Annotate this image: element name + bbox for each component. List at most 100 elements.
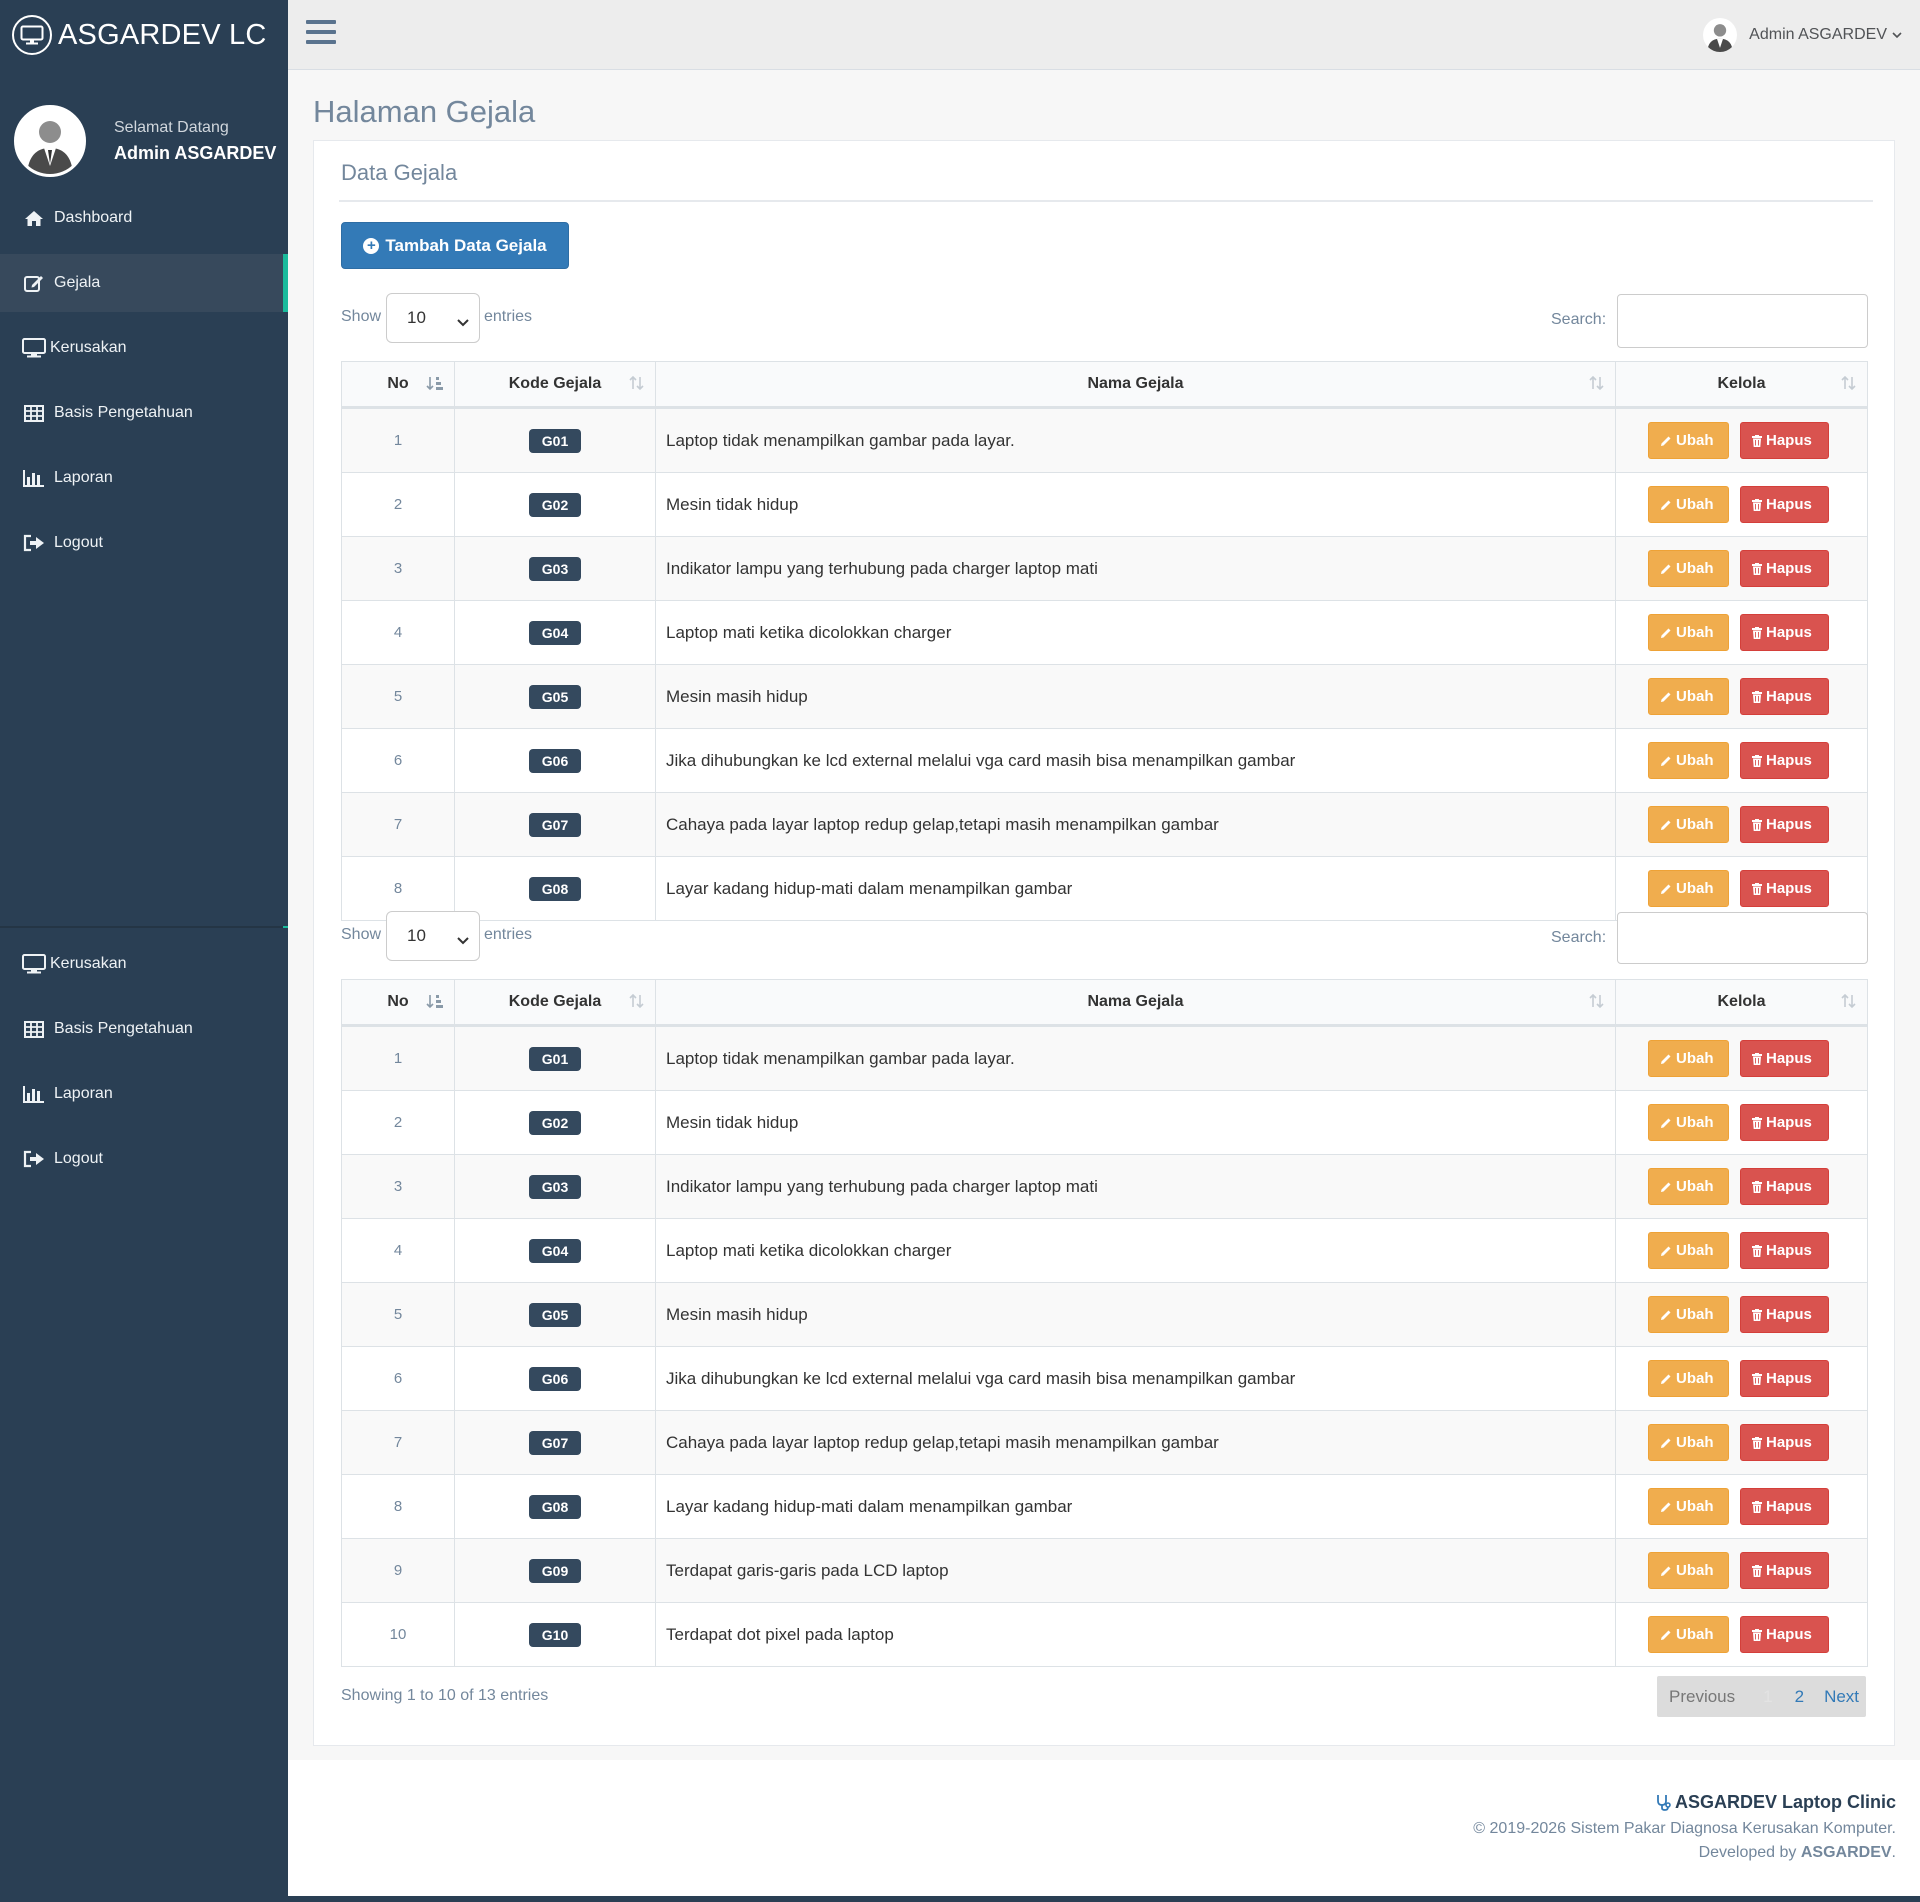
edit-button[interactable]: Ubah [1648, 742, 1729, 779]
edit-button[interactable]: Ubah [1648, 1104, 1729, 1141]
table-row: 1 G01 Laptop tidak menampilkan gambar pada… [341, 1025, 1868, 1091]
edit-button[interactable]: Ubah [1648, 1040, 1729, 1077]
add-gejala-button[interactable]: + Tambah Data Gejala [341, 222, 569, 269]
edit-button[interactable]: Ubah [1648, 806, 1729, 843]
delete-label: Hapus [1766, 1306, 1812, 1323]
header-code[interactable]: Kode Gejala [454, 979, 656, 1027]
edit-button[interactable]: Ubah [1648, 1552, 1729, 1589]
delete-button[interactable]: Hapus [1740, 550, 1829, 587]
delete-button[interactable]: Hapus [1740, 614, 1829, 651]
delete-button[interactable]: Hapus [1740, 678, 1829, 715]
footer: ASGARDEV Laptop Clinic © 2019-2026 Siste… [288, 1760, 1920, 1896]
edit-button[interactable]: Ubah [1648, 1232, 1729, 1269]
delete-button[interactable]: Hapus [1740, 1360, 1829, 1397]
sidebar-item-label: Basis Pengetahuan [54, 404, 193, 421]
delete-button[interactable]: Hapus [1740, 1168, 1829, 1205]
sidebar-item-label: Logout [54, 534, 103, 551]
delete-button[interactable]: Hapus [1740, 806, 1829, 843]
edit-button[interactable]: Ubah [1648, 1296, 1729, 1333]
edit-button[interactable]: Ubah [1648, 614, 1729, 651]
sidebar-item-dashboard[interactable]: Dashboard [0, 189, 288, 247]
sidebar-item-basis-pengetahuan[interactable]: Basis Pengetahuan [0, 1000, 288, 1058]
sidebar-item-logout[interactable]: Logout [0, 514, 288, 572]
sidebar-item-laporan[interactable]: Laporan [0, 1065, 288, 1123]
edit-button[interactable]: Ubah [1648, 1168, 1729, 1205]
monitor-logo-icon [12, 15, 52, 55]
edit-button[interactable]: Ubah [1648, 1424, 1729, 1461]
previous-page-button[interactable]: Previous [1669, 1687, 1735, 1707]
add-button-label: Tambah Data Gejala [385, 235, 547, 255]
header-action[interactable]: Kelola [1615, 361, 1868, 409]
search-input[interactable] [1617, 912, 1868, 964]
table-row: 6 G06 Jika dihubungkan ke lcd external mel… [341, 728, 1868, 793]
sidebar-item-kerusakan[interactable]: Kerusakan [0, 935, 288, 993]
sidebar-item-kerusakan[interactable]: Kerusakan [0, 319, 288, 377]
sidebar-item-logout[interactable]: Logout [0, 1130, 288, 1188]
edit-button[interactable]: Ubah [1648, 550, 1729, 587]
sidebar-item-label: Laporan [54, 1085, 113, 1102]
page-size-select[interactable]: 10 [386, 293, 480, 343]
delete-button[interactable]: Hapus [1740, 1488, 1829, 1525]
trash-icon [1752, 1628, 1762, 1641]
page-2-button[interactable]: 2 [1795, 1687, 1804, 1707]
delete-button[interactable]: Hapus [1740, 486, 1829, 523]
delete-button[interactable]: Hapus [1740, 1104, 1829, 1141]
table-info: Showing 1 to 10 of 13 entries [341, 1687, 549, 1704]
edit-button[interactable]: Ubah [1648, 870, 1729, 907]
edit-button[interactable]: Ubah [1648, 486, 1729, 523]
sidebar-item-laporan[interactable]: Laporan [0, 449, 288, 507]
panel-divider [339, 200, 1873, 202]
edit-button[interactable]: Ubah [1648, 678, 1729, 715]
gejala-table: No Kode Gejala Nama Gejala Kelola 1 G01 La… [341, 979, 1868, 1667]
sort-icon [629, 375, 645, 396]
chevron-down-icon [457, 312, 469, 332]
delete-button[interactable]: Hapus [1740, 1616, 1829, 1653]
delete-label: Hapus [1766, 1626, 1812, 1643]
action-cell: Ubah Hapus [1615, 536, 1868, 601]
user-name: Admin ASGARDEV [1749, 26, 1887, 43]
table-row: 8 G08 Layar kadang hidup-mati dalam menamp… [341, 856, 1868, 921]
action-cell: Ubah Hapus [1615, 1474, 1868, 1539]
delete-button[interactable]: Hapus [1740, 742, 1829, 779]
trash-icon [1752, 1500, 1762, 1513]
edit-label: Ubah [1676, 688, 1714, 705]
row-number: 4 [341, 1218, 455, 1283]
show-label: Show [341, 926, 382, 943]
header-code[interactable]: Kode Gejala [454, 361, 656, 409]
header-action[interactable]: Kelola [1615, 979, 1868, 1027]
trash-icon [1752, 1308, 1762, 1321]
row-number: 8 [341, 1474, 455, 1539]
table-row: 4 G04 Laptop mati ketika dicolokkan charge… [341, 1218, 1868, 1283]
action-cell: Ubah Hapus [1615, 600, 1868, 665]
delete-button[interactable]: Hapus [1740, 422, 1829, 459]
edit-label: Ubah [1676, 1434, 1714, 1451]
delete-button[interactable]: Hapus [1740, 1296, 1829, 1333]
sidebar-item-gejala[interactable]: Gejala [0, 254, 288, 312]
header-name[interactable]: Nama Gejala [655, 361, 1616, 409]
delete-button[interactable]: Hapus [1740, 1552, 1829, 1589]
pencil-icon [1660, 819, 1672, 831]
delete-button[interactable]: Hapus [1740, 870, 1829, 907]
delete-button[interactable]: Hapus [1740, 1424, 1829, 1461]
sidebar-item-basis-pengetahuan[interactable]: Basis Pengetahuan [0, 384, 288, 442]
header-no[interactable]: No [341, 361, 455, 409]
edit-button[interactable]: Ubah [1648, 422, 1729, 459]
sidebar-item-label: Gejala [54, 274, 101, 291]
brand[interactable]: ASGARDEV LC [0, 0, 288, 70]
menu-toggle-icon[interactable] [306, 20, 336, 50]
page-size-select[interactable]: 10 [386, 911, 480, 961]
edit-button[interactable]: Ubah [1648, 1616, 1729, 1653]
edit-button[interactable]: Ubah [1648, 1488, 1729, 1525]
search-input[interactable] [1617, 294, 1868, 348]
page-1-button[interactable]: 1 [1763, 1687, 1772, 1707]
delete-button[interactable]: Hapus [1740, 1232, 1829, 1269]
header-no[interactable]: No [341, 979, 455, 1027]
header-label: Nama Gejala [1087, 375, 1184, 392]
delete-button[interactable]: Hapus [1740, 1040, 1829, 1077]
trash-icon [1752, 434, 1762, 447]
edit-button[interactable]: Ubah [1648, 1360, 1729, 1397]
header-name[interactable]: Nama Gejala [655, 979, 1616, 1027]
user-menu[interactable]: Admin ASGARDEV [1703, 18, 1902, 52]
welcome-text: Selamat Datang [114, 118, 229, 136]
next-page-button[interactable]: Next [1824, 1687, 1859, 1707]
